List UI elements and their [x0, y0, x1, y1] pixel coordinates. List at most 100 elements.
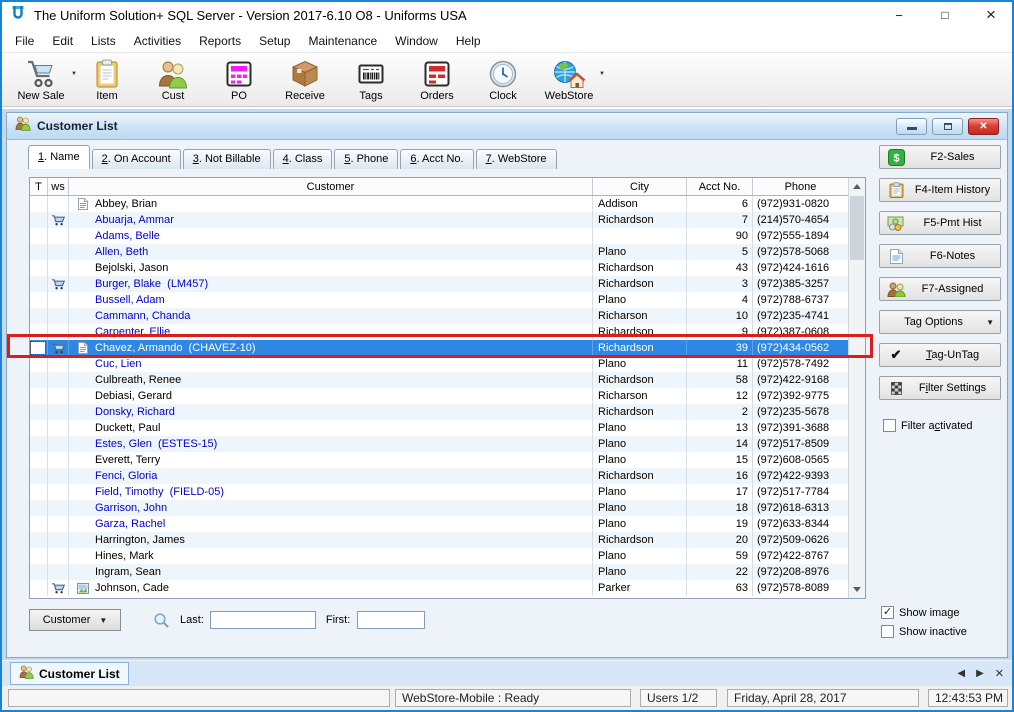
first-name-input[interactable]: [357, 611, 425, 629]
table-row[interactable]: Cammann, ChandaRicharson10(972)235-4741: [30, 308, 848, 324]
table-row[interactable]: Adams, Belle90(972)555-1894: [30, 228, 848, 244]
table-row[interactable]: Harrington, JamesRichardson20(972)509-06…: [30, 532, 848, 548]
minimize-icon[interactable]: −: [876, 0, 922, 30]
filter-activated-checkbox[interactable]: Filter activated: [883, 419, 1001, 432]
menu-maintenance[interactable]: Maintenance: [299, 31, 386, 51]
col-header-acct-no[interactable]: Acct No.: [687, 178, 753, 195]
dollar-icon: $: [886, 149, 906, 166]
table-row[interactable]: Carpenter, EllieRichardson9(972)387-0608: [30, 324, 848, 340]
table-row[interactable]: Bussell, AdamPlano4(972)788-6737: [30, 292, 848, 308]
filter-settings-button[interactable]: Filter Settings: [879, 376, 1001, 400]
tab-class[interactable]: 4. Class: [273, 149, 333, 169]
toolbar-tags[interactable]: Tags: [338, 56, 404, 103]
table-row[interactable]: Fenci, GloriaRichardson16(972)422-9393: [30, 468, 848, 484]
checkmark-icon: ✔: [886, 347, 906, 363]
tab-phone[interactable]: 5. Phone: [334, 149, 398, 169]
table-row[interactable]: Chavez, Armando (CHAVEZ-10)Richardson39(…: [30, 340, 848, 356]
tag-options-button[interactable]: Tag Options ▼: [879, 310, 1001, 334]
tab-webstore[interactable]: 7. WebStore: [476, 149, 557, 169]
table-row[interactable]: Hines, MarkPlano59(972)422-8767: [30, 548, 848, 564]
child-minimize-icon[interactable]: [896, 118, 927, 135]
f6-notes-button[interactable]: F6-Notes: [879, 244, 1001, 268]
f4-item-history-button[interactable]: F4-Item History: [879, 178, 1001, 202]
orders-icon: [422, 57, 452, 90]
f7-assigned-button[interactable]: F7-Assigned: [879, 277, 1001, 301]
menu-reports[interactable]: Reports: [190, 31, 250, 51]
dropdown-arrow-icon[interactable]: ▼: [599, 71, 605, 77]
menu-file[interactable]: File: [6, 31, 43, 51]
toolbar-receive[interactable]: Receive: [272, 56, 338, 103]
scroll-thumb[interactable]: [850, 196, 864, 260]
table-row[interactable]: Burger, Blake (LM457)Richardson3(972)385…: [30, 276, 848, 292]
table-row[interactable]: Garrison, JohnPlano18(972)618-6313: [30, 500, 848, 516]
svg-text:$: $: [893, 152, 899, 164]
toolbar-po[interactable]: PO: [206, 56, 272, 103]
main-window: The Uniform Solution+ SQL Server - Versi…: [0, 0, 1014, 712]
last-name-input[interactable]: [210, 611, 316, 629]
toolbar-clock[interactable]: Clock: [470, 56, 536, 103]
table-row[interactable]: Debiasi, GerardRicharson12(972)392-9775: [30, 388, 848, 404]
mdi-area: Customer List ✕ 1. Name 2. On Account 3.…: [0, 109, 1014, 660]
table-row[interactable]: Allen, BethPlano5(972)578-5068: [30, 244, 848, 260]
menu-lists[interactable]: Lists: [82, 31, 125, 51]
tab-on-account[interactable]: 2. On Account: [92, 149, 181, 169]
vertical-scrollbar[interactable]: [848, 178, 865, 598]
table-row[interactable]: Johnson, CadeParker63(972)578-8089: [30, 580, 848, 596]
table-row[interactable]: Abbey, BrianAddison6(972)931-0820: [30, 196, 848, 212]
table-row[interactable]: Abuarja, AmmarRichardson7(214)570-4654: [30, 212, 848, 228]
scroll-down-button[interactable]: [849, 581, 865, 598]
tab-name[interactable]: 1. Name: [28, 145, 90, 169]
menu-help[interactable]: Help: [447, 31, 490, 51]
shopping-cart-icon: [24, 57, 58, 90]
purchase-order-icon: [224, 57, 254, 90]
toolbar-item[interactable]: Item: [74, 56, 140, 103]
tag-untag-button[interactable]: ✔ Tag-UnTag: [879, 343, 1001, 367]
maximize-icon[interactable]: □: [922, 0, 968, 30]
toolbar-webstore[interactable]: ▼ WebStore: [536, 56, 602, 103]
table-row[interactable]: Ingram, SeanPlano22(972)208-8976: [30, 564, 848, 580]
table-row[interactable]: Estes, Glen (ESTES-15)Plano14(972)517-85…: [30, 436, 848, 452]
show-image-checkbox[interactable]: ✓ Show image: [881, 606, 967, 619]
f2-sales-button[interactable]: $ F2-Sales: [879, 145, 1001, 169]
tab-not-billable[interactable]: 3. Not Billable: [183, 149, 271, 169]
table-row[interactable]: Cuc, LienPlano11(972)578-7492: [30, 356, 848, 372]
col-header-ws[interactable]: ws: [48, 178, 69, 195]
table-row[interactable]: Field, Timothy (FIELD-05)Plano17(972)517…: [30, 484, 848, 500]
menu-window[interactable]: Window: [386, 31, 447, 51]
nav-close-icon[interactable]: ✕: [995, 667, 1004, 680]
toolbar-new-sale[interactable]: ▼ New Sale: [8, 56, 74, 103]
table-row[interactable]: Donsky, RichardRichardson2(972)235-5678: [30, 404, 848, 420]
col-header-customer[interactable]: Customer: [69, 178, 593, 195]
tab-acct-no[interactable]: 6. Acct No.: [400, 149, 473, 169]
menu-setup[interactable]: Setup: [250, 31, 299, 51]
f5-pmt-hist-button[interactable]: F5-Pmt Hist: [879, 211, 1001, 235]
toolbar-cust[interactable]: Cust: [140, 56, 206, 103]
show-options: ✓ Show image Show inactive: [881, 606, 967, 638]
child-window-title: Customer List: [37, 119, 118, 133]
titlebar: The Uniform Solution+ SQL Server - Versi…: [0, 0, 1014, 30]
customer-dropdown-button[interactable]: Customer ▼: [29, 609, 121, 631]
table-row[interactable]: Garza, RachelPlano19(972)633-8344: [30, 516, 848, 532]
table-row[interactable]: Culbreath, ReneeRichardson58(972)422-916…: [30, 372, 848, 388]
table-row[interactable]: Everett, TerryPlano15(972)608-0565: [30, 452, 848, 468]
table-row[interactable]: Bejolski, JasonRichardson43(972)424-1616: [30, 260, 848, 276]
nav-left-icon[interactable]: ◀: [957, 668, 965, 679]
child-close-icon[interactable]: ✕: [968, 118, 999, 135]
table-row[interactable]: Duckett, PaulPlano13(972)391-3688: [30, 420, 848, 436]
col-header-phone[interactable]: Phone: [753, 178, 848, 195]
show-inactive-checkbox[interactable]: Show inactive: [881, 625, 967, 638]
toolbar-orders[interactable]: Orders: [404, 56, 470, 103]
menu-activities[interactable]: Activities: [125, 31, 190, 51]
close-icon[interactable]: ×: [968, 0, 1014, 30]
col-header-t[interactable]: T: [30, 178, 48, 195]
col-header-city[interactable]: City: [593, 178, 687, 195]
child-restore-icon[interactable]: [932, 118, 963, 135]
customer-list-window: Customer List ✕ 1. Name 2. On Account 3.…: [6, 112, 1008, 658]
status-users: Users 1/2: [640, 689, 717, 707]
scroll-up-button[interactable]: [849, 178, 865, 195]
taskbar-customer-list-button[interactable]: Customer List: [10, 662, 129, 685]
nav-right-icon[interactable]: ▶: [976, 668, 984, 679]
menu-edit[interactable]: Edit: [43, 31, 82, 51]
customer-table-body: Abbey, BrianAddison6(972)931-0820Abuarja…: [30, 196, 848, 598]
note-icon: [78, 342, 88, 354]
